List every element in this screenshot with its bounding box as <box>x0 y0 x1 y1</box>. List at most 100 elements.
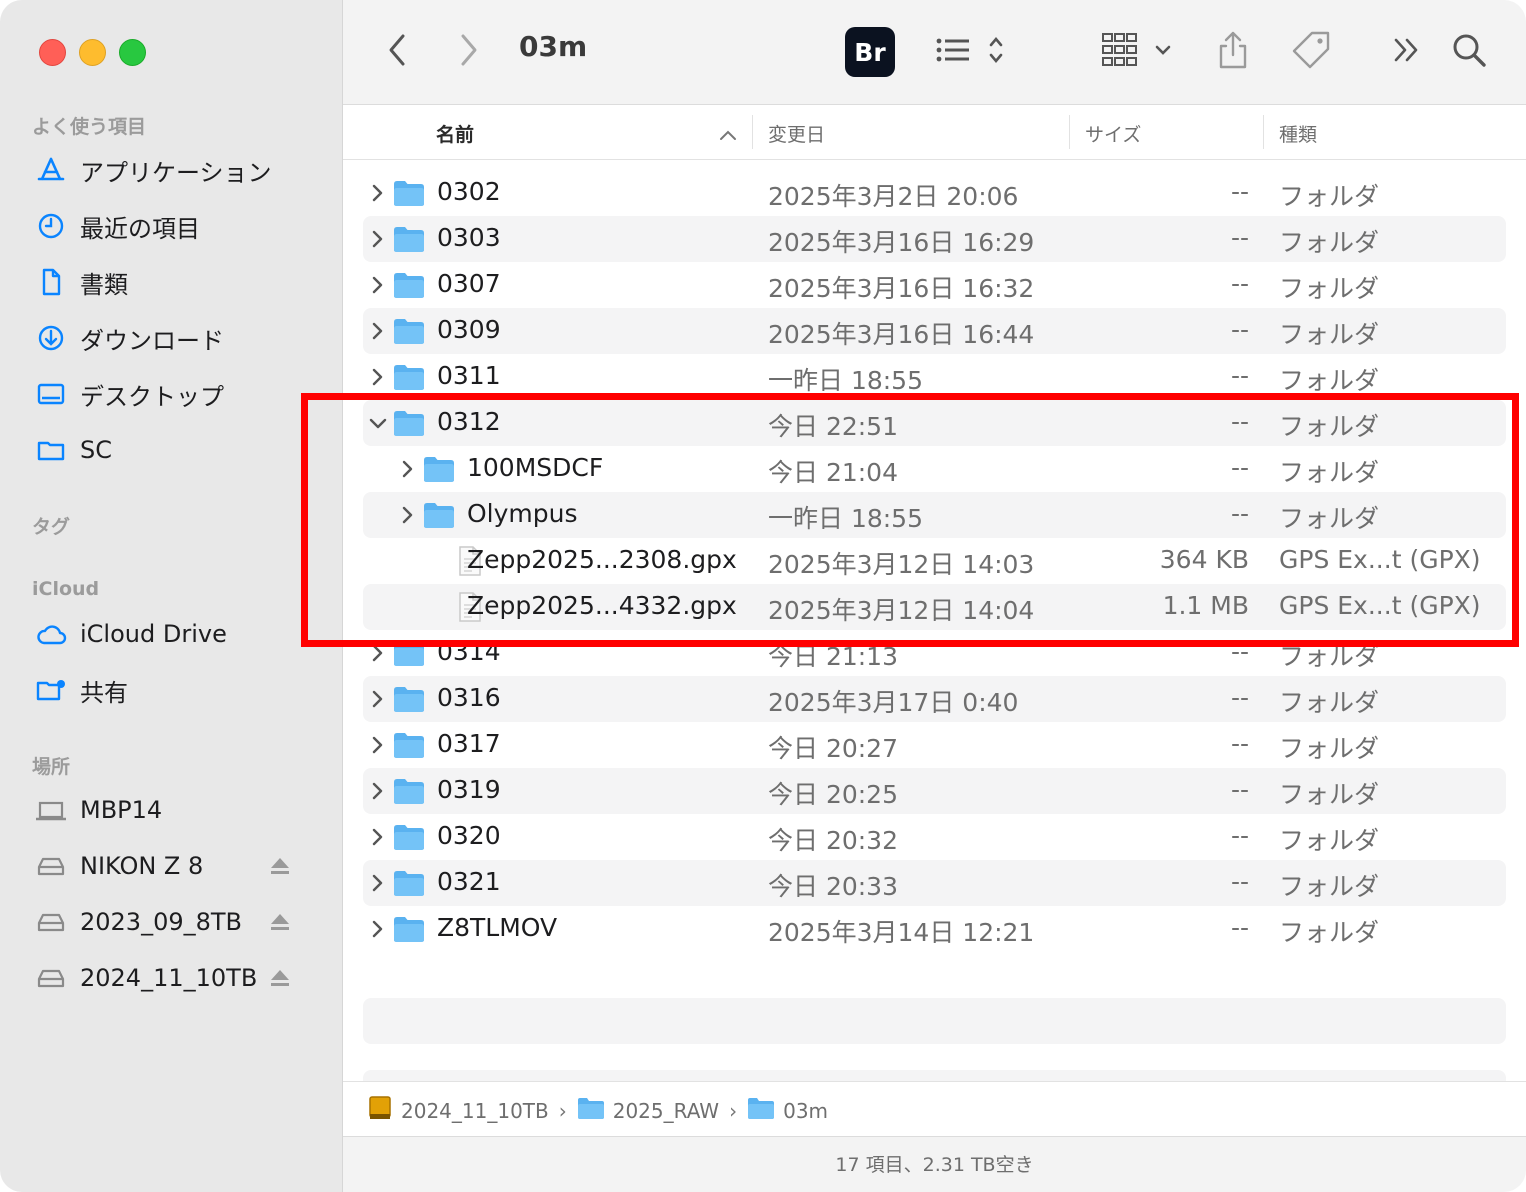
modified-date: 2025年3月16日 16:44 <box>768 320 1035 349</box>
chevron-right-icon[interactable] <box>369 686 387 712</box>
chevron-right-icon[interactable] <box>369 916 387 942</box>
file-name: Olympus <box>467 499 578 528</box>
chevron-down-icon[interactable] <box>369 410 387 436</box>
sidebar-item-2023-09-8tb[interactable]: 2023_09_8TB <box>34 902 334 942</box>
chevron-right-icon[interactable] <box>399 456 417 482</box>
file-name: 0314 <box>437 637 501 666</box>
eject-icon[interactable] <box>268 966 292 990</box>
table-row[interactable]: 0303 2025年3月16日 16:29 -- フォルダ <box>363 216 1506 262</box>
table-row[interactable]: 0317 今日 20:27 -- フォルダ <box>363 722 1506 768</box>
chevron-right-icon[interactable] <box>369 364 387 390</box>
eject-icon[interactable] <box>268 854 292 878</box>
modified-date: 2025年3月12日 14:04 <box>768 596 1035 625</box>
chevron-right-icon[interactable] <box>369 640 387 666</box>
file-name: 0320 <box>437 821 501 850</box>
table-row[interactable]: Zepp2025...4332.gpx 2025年3月12日 14:04 1.1 M… <box>363 584 1506 630</box>
column-size-header[interactable]: サイズ <box>1085 120 1141 147</box>
sidebar-item-label: 2024_11_10TB <box>80 964 258 992</box>
path-item-folder[interactable]: 03m <box>747 1096 828 1125</box>
modified-date: 2025年3月16日 16:32 <box>768 274 1035 303</box>
modified-date: 今日 20:27 <box>768 734 898 763</box>
table-row[interactable]: 0314 今日 21:13 -- フォルダ <box>363 630 1506 676</box>
file-kind: フォルダ <box>1279 688 1380 717</box>
chevron-right-icon[interactable] <box>369 732 387 758</box>
back-button[interactable] <box>379 26 415 78</box>
forward-button[interactable] <box>451 26 487 78</box>
modified-date: 今日 20:33 <box>768 872 898 901</box>
group-button[interactable] <box>1099 26 1177 78</box>
double-chevron-right-icon <box>1391 35 1423 69</box>
chevron-right-icon[interactable] <box>369 272 387 298</box>
chevron-right-icon[interactable] <box>369 180 387 206</box>
column-separator[interactable] <box>1069 115 1070 149</box>
path-item-label: 2024_11_10TB <box>401 1098 549 1123</box>
sidebar-item-mbp14[interactable]: MBP14 <box>34 790 334 830</box>
search-button[interactable] <box>1449 26 1489 78</box>
bridge-app-button[interactable]: Br <box>845 26 895 78</box>
sidebar-item-documents[interactable]: 書類 <box>34 262 334 302</box>
column-separator[interactable] <box>752 115 753 149</box>
table-row[interactable]: Zepp2025...2308.gpx 2025年3月12日 14:03 364 K… <box>363 538 1506 584</box>
chevron-right-icon[interactable] <box>369 778 387 804</box>
eject-icon[interactable] <box>268 910 292 934</box>
search-icon <box>1451 32 1487 72</box>
folder-icon <box>393 271 425 303</box>
file-kind: フォルダ <box>1279 228 1380 257</box>
folder-icon <box>393 409 425 441</box>
chevron-right-icon[interactable] <box>369 824 387 850</box>
modified-date: 一昨日 18:55 <box>768 366 923 395</box>
chevron-right-icon[interactable] <box>399 502 417 528</box>
chevron-right-icon[interactable] <box>369 226 387 252</box>
sidebar-item-icloud-drive[interactable]: iCloud Drive <box>34 614 334 654</box>
path-item-drive[interactable]: 2024_11_10TB <box>367 1095 549 1126</box>
tag-button[interactable] <box>1289 26 1333 78</box>
zoom-button[interactable] <box>119 39 146 66</box>
table-row[interactable]: 0320 今日 20:32 -- フォルダ <box>363 814 1506 860</box>
file-name: 0316 <box>437 683 501 712</box>
column-date-header[interactable]: 変更日 <box>768 120 825 147</box>
file-name: 0307 <box>437 269 501 298</box>
locations-section-title: 場所 <box>32 756 71 778</box>
sidebar-item-shared[interactable]: 共有 <box>34 670 334 710</box>
table-row[interactable]: Olympus 一昨日 18:55 -- フォルダ <box>363 492 1506 538</box>
file-kind: フォルダ <box>1279 918 1380 947</box>
cloud-icon <box>34 617 68 651</box>
more-toolbar-button[interactable] <box>1389 26 1425 78</box>
folder-icon <box>393 317 425 349</box>
sidebar-item-label: 最近の項目 <box>80 214 200 243</box>
table-row[interactable]: Z8TLMOV 2025年3月14日 12:21 -- フォルダ <box>363 906 1506 952</box>
table-row[interactable]: 0319 今日 20:25 -- フォルダ <box>363 768 1506 814</box>
chevron-right-icon[interactable] <box>369 318 387 344</box>
table-row[interactable]: 0316 2025年3月17日 0:40 -- フォルダ <box>363 676 1506 722</box>
share-button[interactable] <box>1213 26 1253 78</box>
chevron-right-icon[interactable] <box>369 870 387 896</box>
modified-date: 2025年3月16日 16:29 <box>768 228 1035 257</box>
finder-window: よく使う項目 アプリケーション 最近の項目 書類 ダウンロード デスクトップ S… <box>0 0 1526 1192</box>
table-row[interactable]: 0311 一昨日 18:55 -- フォルダ <box>363 354 1506 400</box>
icloud-section-title: iCloud <box>32 578 100 600</box>
table-row[interactable]: 0307 2025年3月16日 16:32 -- フォルダ <box>363 262 1506 308</box>
file-size: -- <box>1230 637 1249 666</box>
view-options-button[interactable] <box>933 26 1013 78</box>
file-kind: フォルダ <box>1279 504 1380 533</box>
column-separator[interactable] <box>1263 115 1264 149</box>
column-name-header[interactable]: 名前 <box>436 120 474 147</box>
file-name: Zepp2025...4332.gpx <box>467 591 737 620</box>
table-row[interactable]: 0312 今日 22:51 -- フォルダ <box>363 400 1506 446</box>
close-button[interactable] <box>39 39 66 66</box>
table-row[interactable]: 100MSDCF 今日 21:04 -- フォルダ <box>363 446 1506 492</box>
sidebar-item-2024-11-10tb[interactable]: 2024_11_10TB <box>34 958 334 998</box>
table-row[interactable]: 0309 2025年3月16日 16:44 -- フォルダ <box>363 308 1506 354</box>
sidebar-item-downloads[interactable]: ダウンロード <box>34 318 334 358</box>
sidebar-item-nikon-z8[interactable]: NIKON Z 8 <box>34 846 334 886</box>
table-row[interactable]: 0302 2025年3月2日 20:06 -- フォルダ <box>363 170 1506 216</box>
path-item-folder[interactable]: 2025_RAW <box>577 1096 719 1125</box>
sidebar-item-sc[interactable]: SC <box>34 430 334 470</box>
shared-folder-icon <box>34 673 68 707</box>
sidebar-item-recents[interactable]: 最近の項目 <box>34 206 334 246</box>
sidebar-item-applications[interactable]: アプリケーション <box>34 150 334 190</box>
table-row[interactable]: 0321 今日 20:33 -- フォルダ <box>363 860 1506 906</box>
sidebar-item-desktop[interactable]: デスクトップ <box>34 374 334 414</box>
column-kind-header[interactable]: 種類 <box>1279 120 1317 147</box>
minimize-button[interactable] <box>79 39 106 66</box>
